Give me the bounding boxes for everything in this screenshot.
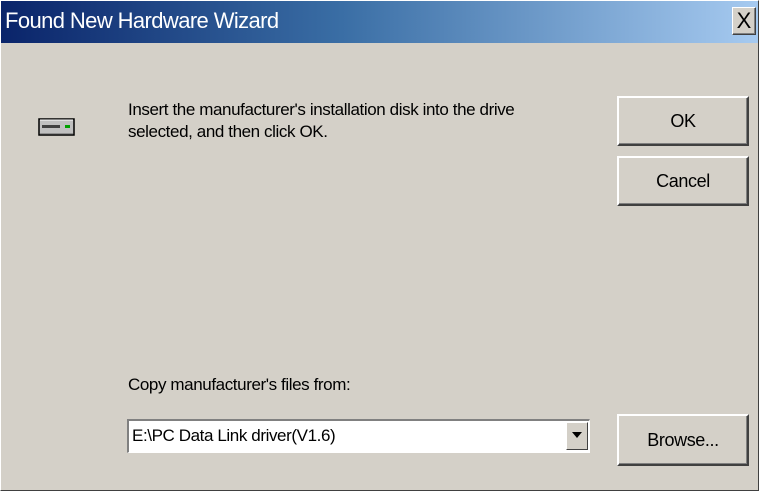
instruction-text: Insert the manufacturer's installation d… — [128, 100, 515, 141]
disk-drive-icon — [38, 118, 75, 136]
browse-button[interactable]: Browse... — [617, 414, 749, 466]
close-button[interactable]: X — [732, 7, 756, 35]
cancel-button[interactable]: Cancel — [617, 156, 749, 206]
dropdown-button[interactable] — [566, 422, 588, 450]
title-bar: Found New Hardware Wizard X — [1, 1, 758, 43]
window-title: Found New Hardware Wizard — [5, 8, 279, 33]
ok-button[interactable]: OK — [617, 96, 749, 146]
copy-from-label: Copy manufacturer's files from: — [128, 375, 351, 394]
copy-from-value[interactable]: E:\PC Data Link driver(V1.6) — [132, 426, 336, 446]
install-from-disk-dialog: Found New Hardware Wizard X Insert the m… — [0, 0, 759, 491]
chevron-down-icon — [572, 432, 582, 438]
copy-from-combobox[interactable]: E:\PC Data Link driver(V1.6) — [127, 419, 590, 453]
